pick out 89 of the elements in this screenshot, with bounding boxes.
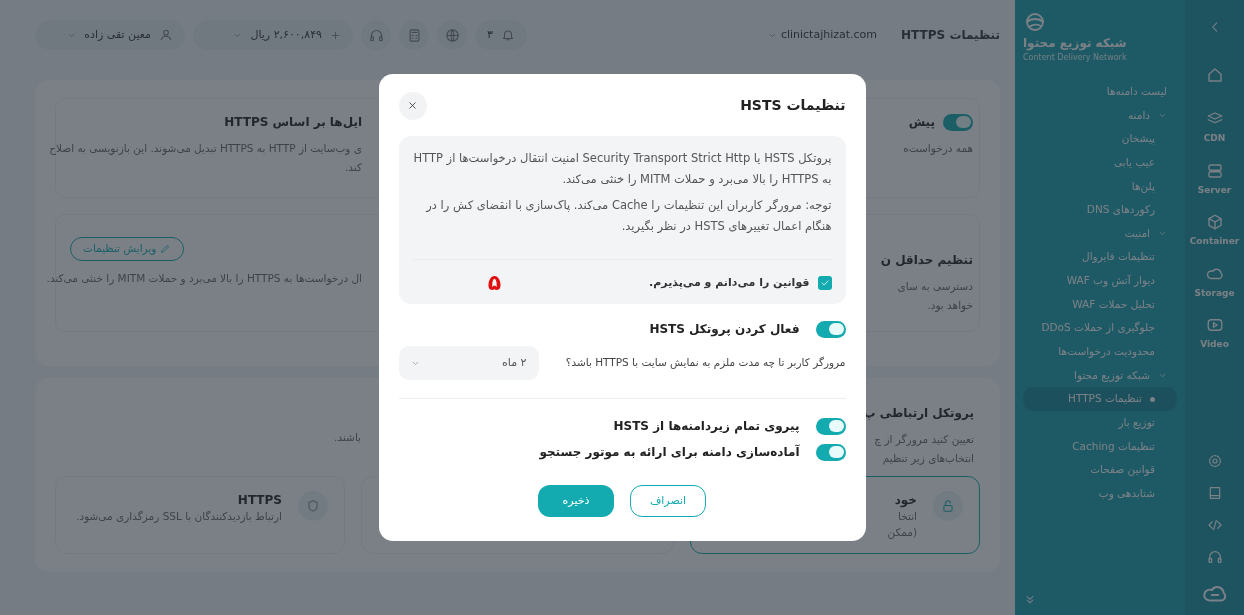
toggle-switch[interactable] [815,320,846,338]
section-title: ایل‌ها بر اساس HTTPS [224,114,362,131]
agree-checkbox[interactable] [817,276,832,291]
sidebar-title: شبکه توزیع محتوا [1023,35,1127,52]
rail-label[interactable]: Storage [1194,286,1235,300]
pencil-icon [160,243,172,255]
bullet-icon [1150,396,1155,402]
info-text: توجه: مرورگر کاربران این تنظیمات را Cache می‌کند. پاک‌سازی با انقضای کش را در هنگام اعمال تغییرهای HSTS در نظر بگیرید. [424,196,832,235]
section-text: کند. [344,159,362,175]
server-icon[interactable] [1205,161,1224,180]
sidebar-item[interactable]: شبکه توزیع محتوا [1023,363,1177,388]
sidebar-item[interactable]: جلوگیری از حملات DDoS [1023,316,1177,341]
globe-button[interactable] [437,20,467,50]
section-text: انتخاب‌های زیر تنظیم [881,450,974,467]
code-icon[interactable] [1206,517,1223,533]
section-title: تنظیم حداقل ن [880,252,973,269]
close-icon [407,100,418,112]
toggle-switch[interactable] [815,417,846,435]
balance-dropdown[interactable]: ۲,۶۰۰,۸۴۹ ریال [193,20,353,50]
sidebar-item[interactable]: پلن‌ها [1023,174,1177,199]
headset-icon [368,27,384,43]
sidebar-item-selected[interactable]: تنظیمات HTTPS [1023,387,1177,411]
lock-icon [941,498,955,513]
headset-button[interactable] [361,20,391,50]
section-title: پیش [908,114,935,131]
sidebar-item[interactable]: شتابدهی وب [1023,481,1177,506]
section-text: تعیین کنید مرورگر از چ [873,432,974,448]
network-logo-icon [1023,10,1047,34]
sidebar-item[interactable]: توزیع بار [1023,410,1177,435]
section-text: ی وب‌سایت از HTTP به HTTPS تبدیل می‌شوند. این بازنویسی به اصلاح [49,141,362,157]
close-button[interactable] [398,91,427,120]
user-name: معین تقی زاده [84,26,151,43]
option-title: HTTPS [236,491,282,509]
check-icon [819,278,830,289]
cube-icon[interactable] [1205,213,1224,231]
user-icon [159,28,173,42]
sidebar-item[interactable]: پیشخان [1023,127,1177,151]
dialog-title: تنظیمات HSTS [740,96,846,116]
notification-button[interactable]: ۳ [475,20,527,50]
sidebar-item[interactable]: دیوار آتش وب WAF [1023,269,1177,293]
sidebar-item[interactable]: امنیت [1023,221,1177,246]
toggle-label: پیروی تمام زیردامنه‌ها از HSTS [613,418,800,436]
option-text: (ممکن [887,524,917,541]
calculator-icon [406,27,422,43]
calculator-button[interactable] [399,20,429,50]
duration-label: مرورگر کاربر تا چه مدت ملزم به نمایش سایت با HTTPS باشد؟ [565,355,846,371]
globe-icon [444,27,460,43]
section-text: خواهد بود. [926,297,973,314]
user-dropdown[interactable]: معین تقی زاده [35,20,185,50]
toggle-switch[interactable] [815,443,846,461]
agree-label[interactable]: قوانین را می‌دانم و می‌پذیرم. [649,274,810,292]
cancel-button[interactable]: انصراف [630,485,706,518]
rail-label[interactable]: Video [1200,338,1229,352]
domain-dropdown[interactable]: clinictajhizat.com [759,21,886,49]
duration-select[interactable]: ۲ ماه [398,346,539,381]
option-title: خود [893,491,917,509]
save-button[interactable]: ذخیره [538,485,614,518]
edit-settings-button[interactable]: ویرایش تنظیمات [70,237,185,261]
page-title: تنظیمات HTTPS [901,27,1000,44]
section-text: باشند. [334,430,361,445]
sidebar-item[interactable]: تحلیل حملات WAF [1023,292,1177,317]
option-text: انتخا [897,508,917,524]
option-text: ارتباط بازدیدکنندگان با SSL رمزگذاری می‌شود. [76,508,282,525]
sidebar-item[interactable]: عیب یابی [1023,150,1177,175]
sidebar-subtitle: Content Delivery Network [1023,52,1127,64]
video-icon[interactable] [1205,316,1224,334]
sidebar-item[interactable]: قوانین صفحات [1023,458,1177,482]
toggle-switch[interactable] [943,113,973,131]
rail-label[interactable]: Container [1189,235,1240,249]
sidebar-item[interactable]: رکوردهای DNS [1023,198,1177,222]
sidebar-item[interactable]: لیست دامنه‌ها [1023,80,1177,104]
sidebar-item[interactable]: تنظیمات فایروال [1023,245,1177,270]
shield-icon [306,498,320,513]
notification-count: ۳ [487,26,493,43]
info-text: پروتکل HSTS یا Security Transport Strict Http امنیت انتقال درخواست‌ها از HTTP به HTTPS را بالا می‌برد و حملات MITM را خنثی می‌کند. [412,149,832,189]
plus-icon [330,29,341,41]
annotation-number: ۵ [487,272,502,295]
toggle-label: فعال کردن پروتکل HSTS [649,321,800,339]
headset-icon[interactable] [1206,549,1223,565]
sidebar-item[interactable]: تنظیمات Caching [1023,434,1177,459]
bell-icon [500,28,515,42]
sidebar-item[interactable]: محدودیت درخواست‌ها [1023,340,1177,364]
section-text: دسترسی به سای [896,279,973,295]
rail-label[interactable]: CDN [1203,132,1226,146]
balance-amount: ۲,۶۰۰,۸۴۹ ریال [250,26,322,43]
rail-label[interactable]: Server [1197,183,1232,197]
section-text: همه درخواست‌ه [902,141,973,157]
sidebar-item[interactable]: دامنه [1023,103,1177,128]
toggle-label: آماده‌سازی دامنه برای ارائه به موتور جستجو [539,443,800,462]
